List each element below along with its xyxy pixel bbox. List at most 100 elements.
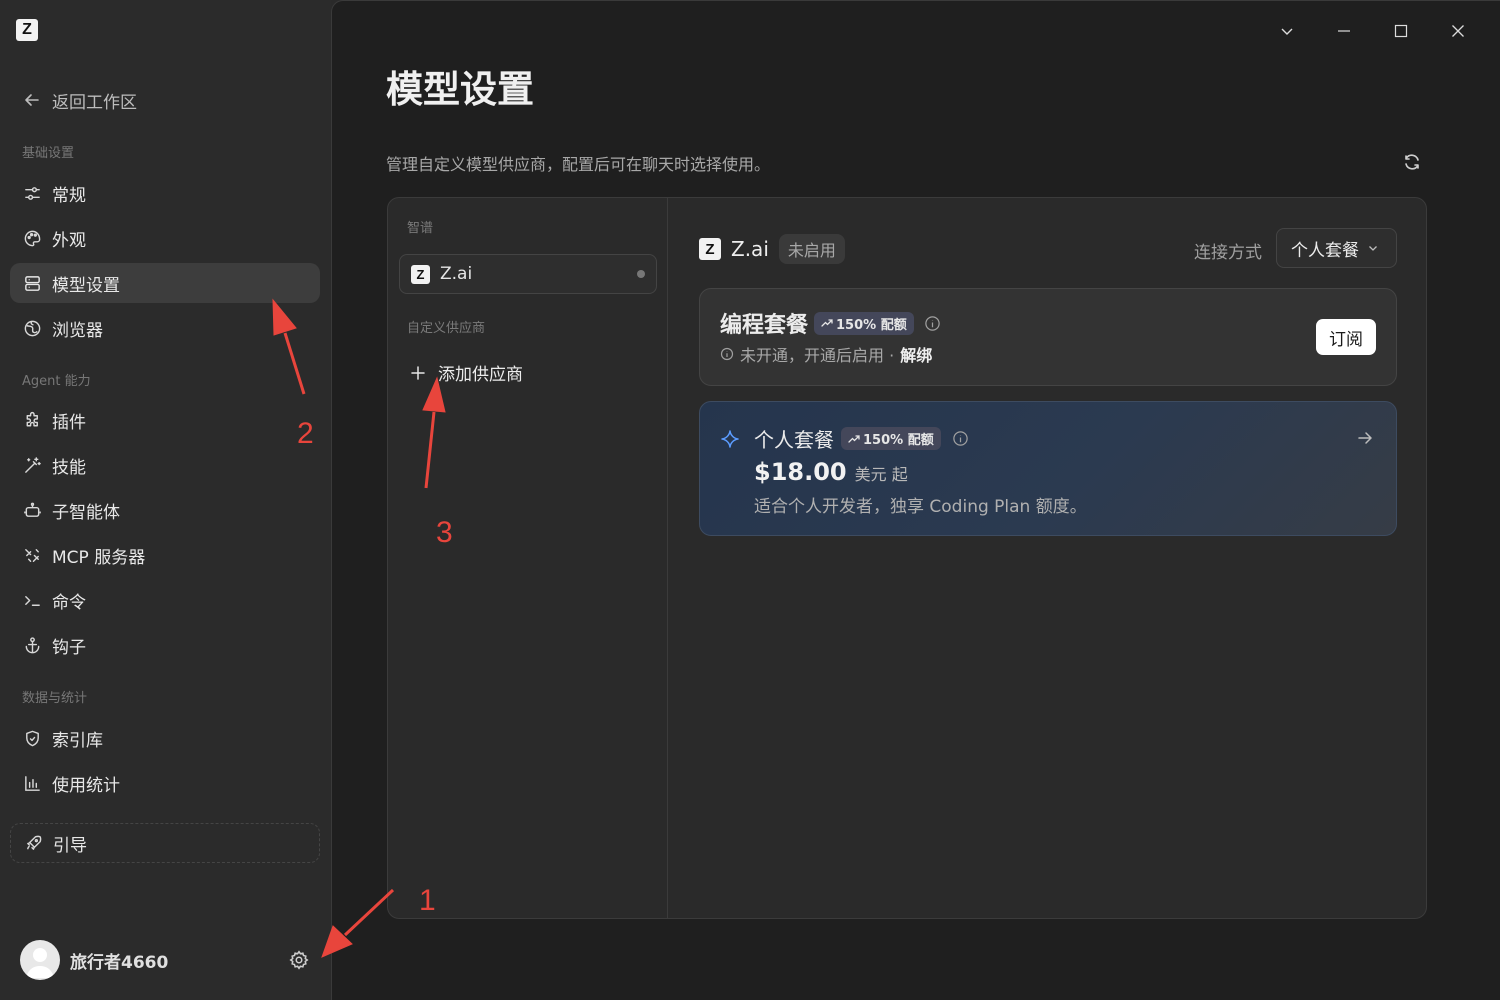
page-title: 模型设置 bbox=[386, 68, 534, 111]
sidebar-item-label: 子智能体 bbox=[52, 502, 120, 523]
group-label-custom: 自定义供应商 bbox=[407, 321, 486, 336]
sidebar-item-label: 技能 bbox=[52, 457, 86, 478]
connection-select[interactable]: 个人套餐 bbox=[1276, 228, 1397, 268]
provider-name: Z.ai bbox=[440, 264, 473, 284]
shield-icon bbox=[26, 730, 39, 746]
section-label-agent: Agent 能力 bbox=[22, 374, 91, 389]
sidebar-item-label: 插件 bbox=[52, 412, 86, 433]
provider-title: Z.ai bbox=[731, 237, 769, 261]
personal-plan-price-unit: 美元 起 bbox=[854, 465, 908, 484]
annotation-number-3: 3 bbox=[436, 516, 453, 549]
sidebar-item-index[interactable]: 索引库 bbox=[10, 718, 320, 758]
robot-icon bbox=[24, 502, 41, 517]
gear-icon[interactable] bbox=[288, 949, 310, 971]
section-label-basic: 基础设置 bbox=[22, 146, 75, 161]
annotation-number-1: 1 bbox=[419, 884, 436, 917]
page-description: 管理自定义模型供应商，配置后可在聊天时选择使用。 bbox=[386, 155, 771, 174]
info-icon bbox=[720, 347, 734, 361]
user-profile-row: 旅行者4660 bbox=[20, 940, 310, 980]
maximize-icon bbox=[1394, 24, 1407, 38]
dropdown-button[interactable] bbox=[1258, 17, 1315, 45]
personal-plan-title-row: 个人套餐 150% 配额 bbox=[720, 424, 969, 453]
back-to-workspace-button[interactable]: 返回工作区 bbox=[22, 86, 137, 114]
server-icon bbox=[25, 275, 40, 291]
sparkle-icon bbox=[721, 429, 739, 448]
unbind-link[interactable]: 解绑 bbox=[900, 342, 932, 366]
quota-badge: 150% 配额 bbox=[814, 311, 914, 335]
provider-list: 智谱 Z Z.ai 自定义供应商 添加供应商 bbox=[388, 198, 668, 918]
personal-plan-description: 适合个人开发者，独享 Coding Plan 额度。 bbox=[754, 497, 1087, 517]
coding-plan-card: 编程套餐 150% 配额 未开通，开通后启用 · 解绑 订阅 bbox=[699, 288, 1397, 386]
add-provider-label: 添加供应商 bbox=[438, 365, 523, 385]
annotation-number-2: 2 bbox=[297, 417, 314, 450]
maximize-button[interactable] bbox=[1372, 17, 1429, 45]
connection-label: 连接方式 bbox=[1194, 243, 1262, 263]
guide-label: 引导 bbox=[53, 835, 87, 856]
add-provider-button[interactable]: 添加供应商 bbox=[410, 360, 523, 385]
quota-badge-label: 150% 配额 bbox=[836, 317, 907, 333]
bar-chart-icon bbox=[25, 775, 40, 791]
app-logo-icon: Z bbox=[16, 19, 38, 41]
window-controls bbox=[1258, 17, 1486, 45]
personal-plan-price-row: $18.00 美元 起 bbox=[754, 458, 908, 486]
sidebar-item-usage[interactable]: 使用统计 bbox=[10, 763, 320, 803]
sidebar-item-label: 浏览器 bbox=[52, 320, 103, 341]
close-button[interactable] bbox=[1429, 17, 1486, 45]
sidebar-item-hooks[interactable]: 钩子 bbox=[10, 625, 320, 665]
username: 旅行者4660 bbox=[70, 952, 169, 973]
sidebar-item-label: 常规 bbox=[52, 185, 86, 206]
plug-connector-icon bbox=[25, 548, 39, 562]
coding-plan-status: 未开通，开通后启用 · 解绑 bbox=[720, 342, 932, 366]
quota-badge: 150% 配额 bbox=[841, 427, 941, 450]
quota-badge-label: 150% 配额 bbox=[863, 433, 934, 448]
main-content: 模型设置 管理自定义模型供应商，配置后可在聊天时选择使用。 智谱 Z Z.ai … bbox=[331, 0, 1500, 1000]
avatar[interactable] bbox=[20, 940, 60, 980]
sidebar-item-label: 索引库 bbox=[52, 730, 103, 751]
sidebar-item-skills[interactable]: 技能 bbox=[10, 445, 320, 485]
coding-plan-status-text: 未开通，开通后启用 · bbox=[740, 346, 895, 365]
minimize-button[interactable] bbox=[1315, 17, 1372, 45]
sidebar-item-plugins[interactable]: 插件 bbox=[10, 400, 320, 440]
sidebar-item-model-settings[interactable]: 模型设置 bbox=[10, 263, 320, 303]
connection-value: 个人套餐 bbox=[1291, 240, 1359, 261]
sidebar-item-label: MCP 服务器 bbox=[52, 547, 146, 568]
sidebar-item-sub-agents[interactable]: 子智能体 bbox=[10, 490, 320, 530]
info-icon[interactable] bbox=[924, 315, 941, 332]
personal-plan-card[interactable]: 个人套餐 150% 配额 $18.00 美元 起 适合个人开发者，独享 Codi… bbox=[699, 401, 1397, 536]
close-icon bbox=[1451, 25, 1464, 37]
minimize-icon bbox=[1337, 30, 1350, 32]
sidebar-item-general[interactable]: 常规 bbox=[10, 173, 320, 213]
palette-icon bbox=[24, 230, 41, 246]
trending-up-icon bbox=[848, 434, 860, 443]
subscribe-button[interactable]: 订阅 bbox=[1316, 319, 1376, 355]
provider-panel: 智谱 Z Z.ai 自定义供应商 添加供应商 Z Z.ai 未启用 连接方式 个… bbox=[387, 197, 1427, 919]
arrow-left-icon bbox=[25, 94, 39, 106]
sidebar-item-browser[interactable]: 浏览器 bbox=[10, 308, 320, 348]
sidebar-item-commands[interactable]: 命令 bbox=[10, 580, 320, 620]
sidebar-item-mcp[interactable]: MCP 服务器 bbox=[10, 535, 320, 575]
info-icon[interactable] bbox=[952, 430, 969, 447]
sidebar-item-appearance[interactable]: 外观 bbox=[10, 218, 320, 258]
zai-logo-icon: Z bbox=[699, 238, 721, 260]
sidebar-item-label: 模型设置 bbox=[52, 275, 120, 296]
puzzle-icon bbox=[26, 411, 38, 426]
chevron-down-icon bbox=[1281, 28, 1292, 35]
chevron-down-icon bbox=[1369, 246, 1377, 251]
provider-item-zai[interactable]: Z Z.ai bbox=[399, 254, 657, 294]
terminal-icon bbox=[25, 595, 40, 606]
provider-header: Z Z.ai 未启用 bbox=[699, 234, 845, 264]
guide-button[interactable]: 引导 bbox=[10, 823, 320, 863]
status-badge: 未启用 bbox=[778, 234, 845, 264]
section-label-data: 数据与统计 bbox=[22, 691, 88, 706]
user-silhouette-icon bbox=[26, 948, 54, 978]
provider-detail: Z Z.ai 未启用 连接方式 个人套餐 编程套餐 150% 配额 未开通，开通… bbox=[669, 198, 1426, 918]
trending-up-icon bbox=[821, 319, 833, 327]
zai-logo-icon: Z bbox=[411, 264, 430, 284]
refresh-icon[interactable] bbox=[1402, 152, 1422, 172]
rocket-icon bbox=[27, 835, 42, 850]
sidebar: Z 返回工作区 基础设置 常规 外观 模型设置 浏览器 Agent 能力 插件 … bbox=[0, 0, 331, 1000]
status-dot bbox=[637, 270, 645, 278]
personal-plan-title: 个人套餐 bbox=[754, 428, 834, 452]
magic-wand-icon bbox=[25, 456, 41, 473]
sidebar-item-label: 钩子 bbox=[52, 637, 86, 658]
